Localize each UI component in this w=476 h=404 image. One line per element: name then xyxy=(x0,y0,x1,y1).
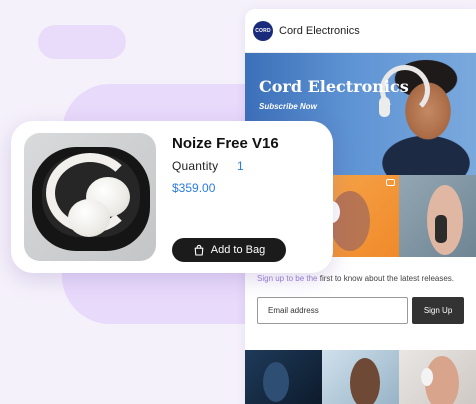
shopping-bag-icon xyxy=(194,244,204,256)
quantity-value[interactable]: 1 xyxy=(237,159,244,173)
brand-logo: CORD xyxy=(253,20,273,41)
sign-up-button[interactable]: Sign Up xyxy=(412,297,464,324)
product-image xyxy=(24,133,156,261)
signup-description: Sign up to be the first to know about th… xyxy=(257,273,464,284)
headphone-cup-bottom xyxy=(68,199,110,237)
hero-headphone-cup xyxy=(379,97,390,117)
hero-title: Cord Electronics xyxy=(259,77,409,96)
background-pill-shape xyxy=(38,25,126,59)
brand-name: Cord Electronics xyxy=(279,24,360,37)
add-to-bag-label: Add to Bag xyxy=(210,244,266,256)
email-input[interactable] xyxy=(257,297,409,324)
product-price: $359.00 xyxy=(172,181,216,195)
signup-accent-text: Sign up to be the xyxy=(257,274,318,283)
photo-studio-desk xyxy=(245,350,322,404)
signup-body-text: first to know about the latest releases. xyxy=(317,274,455,283)
add-to-bag-button[interactable]: Add to Bag xyxy=(172,238,286,262)
product-title: Noize Free V16 xyxy=(172,135,279,152)
email-header: CORD Cord Electronics xyxy=(245,9,476,53)
signup-form: Sign Up xyxy=(257,297,464,324)
camera-icon xyxy=(386,179,395,186)
bottom-photo-row xyxy=(245,350,476,404)
photo-woman-orange xyxy=(322,175,399,257)
hero-subtitle[interactable]: Subscribe Now xyxy=(259,102,317,111)
product-card: Noize Free V16 Quantity 1 $359.00 Add to… xyxy=(11,121,333,273)
photo-woman-microphone xyxy=(399,175,476,257)
photo-woman-listening xyxy=(399,350,476,404)
photo-man-headphones xyxy=(322,350,399,404)
quantity-label: Quantity xyxy=(172,159,219,173)
